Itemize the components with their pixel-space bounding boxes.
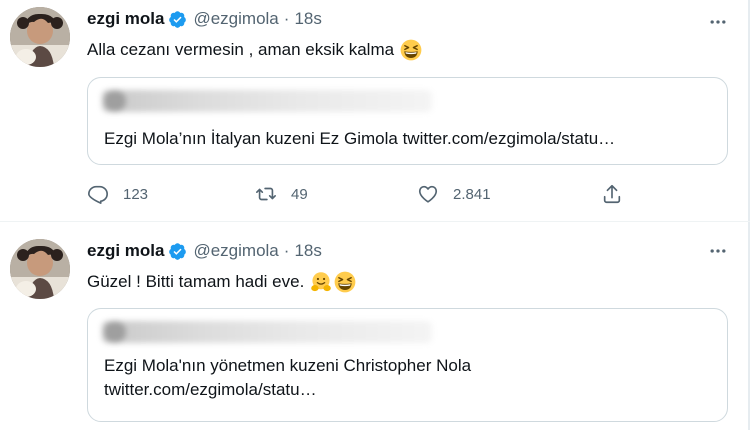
like-count: 2.841: [453, 185, 491, 203]
quoted-tweet-card[interactable]: Ezgi Mola’nın İtalyan kuzeni Ez Gimola t…: [87, 77, 728, 165]
separator-dot: ·: [283, 241, 290, 260]
retweet-icon: [256, 187, 276, 201]
blurred-quote-author: [102, 90, 432, 112]
tweet-text: Güzel ! Bitti tamam hadi eve.: [87, 268, 356, 296]
quoted-tweet-text: Ezgi Mola’nın İtalyan kuzeni Ez Gimola t…: [104, 129, 616, 148]
quoted-tweet-text: Ezgi Mola'nın yönetmen kuzeni Christophe…: [104, 354, 471, 402]
reply-button[interactable]: 123: [87, 181, 148, 207]
reply-count: 123: [123, 185, 149, 203]
retweet-button[interactable]: 49: [255, 181, 308, 207]
tweet-header: ezgi mola @ezgimola · 18s: [87, 239, 322, 263]
grinning-squinting-face-emoji: [400, 39, 422, 61]
quoted-tweet-line: Ezgi Mola'nın yönetmen kuzeni Christophe…: [104, 356, 472, 375]
tweet[interactable]: ezgi mola @ezgimola · 18s Alla cezanı ve…: [0, 0, 750, 222]
timestamp[interactable]: 18s: [294, 241, 321, 261]
avatar[interactable]: [10, 239, 70, 299]
verified-badge-icon: [168, 242, 187, 261]
verified-badge-icon: [168, 10, 187, 29]
quoted-tweet-card[interactable]: Ezgi Mola'nın yönetmen kuzeni Christophe…: [87, 308, 728, 422]
more-icon[interactable]: [706, 10, 730, 34]
tweet-header: ezgi mola @ezgimola · 18s: [87, 7, 322, 31]
timestamp[interactable]: 18s: [294, 9, 321, 29]
more-icon[interactable]: [706, 239, 730, 263]
retweet-count: 49: [291, 185, 308, 203]
author-handle[interactable]: @ezgimola: [193, 241, 278, 261]
author-name[interactable]: ezgi mola: [87, 9, 164, 29]
quoted-tweet-link[interactable]: twitter.com/ezgimola/statu…: [104, 378, 471, 402]
blurred-quote-author: [102, 321, 432, 343]
author-handle[interactable]: @ezgimola: [193, 9, 278, 29]
grinning-squinting-face-emoji: [334, 271, 356, 293]
tweet-actions: 123 49 2.841: [87, 181, 647, 207]
share-icon: [603, 184, 621, 204]
reply-icon: [88, 185, 108, 204]
separator-dot: ·: [283, 9, 290, 28]
like-button[interactable]: 2.841: [417, 181, 491, 207]
tweet[interactable]: ezgi mola @ezgimola · 18s Güzel ! Bitti …: [0, 223, 750, 430]
like-icon: [418, 185, 438, 203]
tweet-divider: [0, 221, 750, 222]
tweet-text-content: Güzel ! Bitti tamam hadi eve.: [87, 272, 305, 291]
author-name[interactable]: ezgi mola: [87, 241, 164, 261]
avatar[interactable]: [10, 7, 70, 67]
tweet-text-content: Alla cezanı vermesin , aman eksik kalma: [87, 40, 395, 59]
tweet-text: Alla cezanı vermesin , aman eksik kalma: [87, 36, 422, 64]
hugging-face-emoji: [310, 271, 332, 293]
share-button[interactable]: [601, 181, 637, 207]
